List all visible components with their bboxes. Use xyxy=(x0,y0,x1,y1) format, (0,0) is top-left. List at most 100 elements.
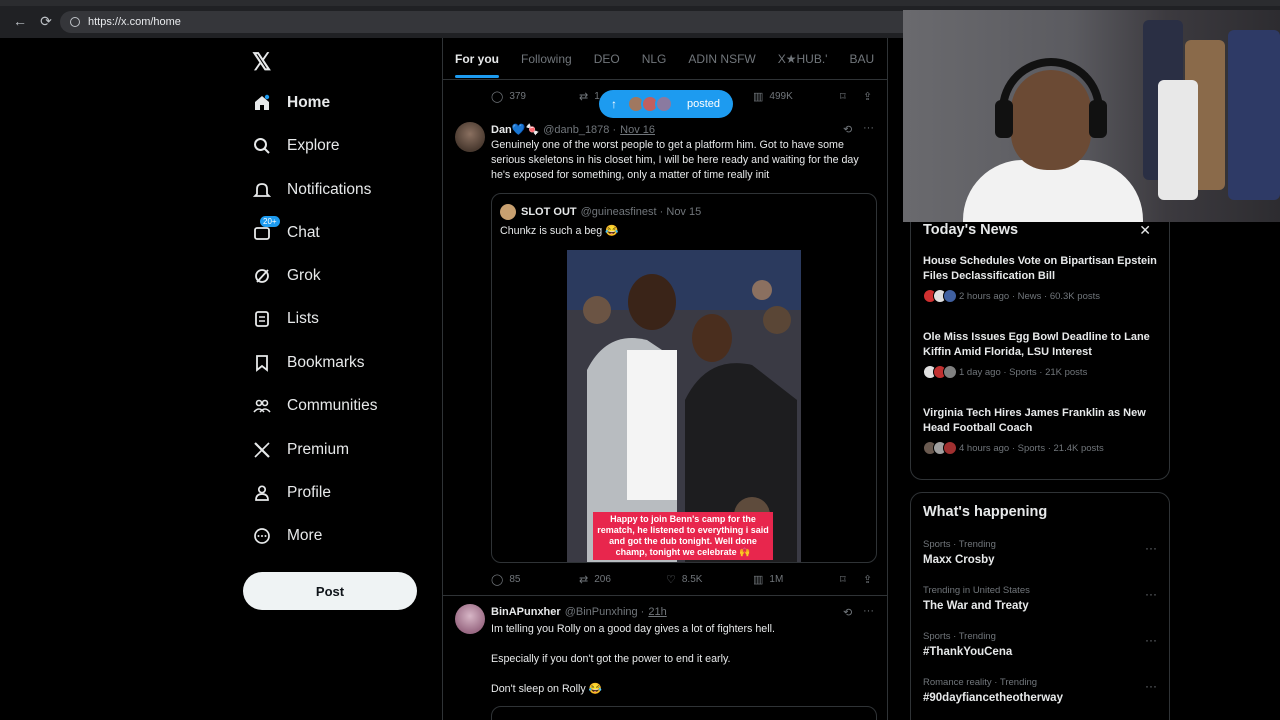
trend-item[interactable]: Romance reality · Trending #90dayfiancet… xyxy=(923,677,1163,704)
news-item[interactable]: Ole Miss Issues Egg Bowl Deadline to Lan… xyxy=(923,330,1163,379)
news-item[interactable]: House Schedules Vote on Bipartisan Epste… xyxy=(923,254,1163,303)
trend-context: Romance reality · Trending xyxy=(923,677,1038,688)
grok-icon xyxy=(252,266,272,286)
grok-icon[interactable]: ⟲ xyxy=(843,606,852,619)
hanging-clothes xyxy=(1158,80,1198,200)
views-count: 1M xyxy=(769,573,784,585)
tab-following[interactable]: Following xyxy=(521,52,572,66)
quote-image[interactable]: Happy to join Benn's camp for the rematc… xyxy=(567,250,801,562)
nav-more-label: More xyxy=(287,527,323,544)
quote-avatar xyxy=(500,204,516,220)
feed-tabs: For you Following DEO NLG ADIN NSFW X★HU… xyxy=(443,38,887,80)
news-headline: House Schedules Vote on Bipartisan Epste… xyxy=(923,255,1157,282)
nav-grok[interactable]: Grok xyxy=(252,261,321,291)
more-options-icon[interactable]: ··· xyxy=(1145,633,1157,647)
more-options-icon[interactable]: ··· xyxy=(1145,679,1157,693)
hanging-clothes xyxy=(1228,30,1280,200)
tweet[interactable]: BinAPunxher @BinPunxhing · 21h ⟲ ··· Im … xyxy=(443,596,887,720)
nav-profile-label: Profile xyxy=(287,484,331,501)
more-options-icon[interactable]: ··· xyxy=(1145,541,1157,555)
nav-chat[interactable]: 20+ Chat xyxy=(252,216,320,248)
quoted-tweet[interactable] xyxy=(491,706,877,720)
repost-button[interactable]: ⇄ 206 xyxy=(579,573,611,586)
nav-notifications-label: Notifications xyxy=(287,181,372,198)
close-icon[interactable]: ✕ xyxy=(1139,222,1151,239)
more-options-icon[interactable]: ··· xyxy=(863,122,874,134)
headset-cup xyxy=(1089,100,1107,138)
views-button[interactable]: ▥ 499K xyxy=(753,90,793,103)
nav-premium[interactable]: Premium xyxy=(252,435,349,465)
tweet-date[interactable]: Nov 16 xyxy=(620,124,655,136)
tab-nlg[interactable]: NLG xyxy=(642,52,667,66)
reply-button[interactable]: ◯ 85 xyxy=(491,573,520,586)
nav-profile[interactable]: Profile xyxy=(252,478,331,508)
tweet[interactable]: Dan💙🍬 @danb_1878 · Nov 16 ⟲ ··· Genuinel… xyxy=(443,116,887,596)
image-caption: Happy to join Benn's camp for the rematc… xyxy=(593,512,773,560)
like-button[interactable]: ♡ 8.5K xyxy=(666,573,702,586)
left-sidebar: 𝕏 Home Explore Notifications 20+ Chat Gr… xyxy=(240,38,440,720)
author-name[interactable]: Dan💙🍬 xyxy=(491,123,539,136)
headset-cup xyxy=(995,100,1013,138)
author-name[interactable]: BinAPunxher xyxy=(491,606,561,618)
tab-for-you[interactable]: For you xyxy=(455,52,499,78)
share-icon[interactable]: ⇪ xyxy=(863,90,872,103)
trend-item[interactable]: Sports · Trending Maxx Crosby ··· xyxy=(923,539,1163,566)
tab-x-hub[interactable]: X★HUB.' xyxy=(778,52,828,66)
list-icon xyxy=(252,309,272,329)
whats-happening-card: What's happening Sports · Trending Maxx … xyxy=(910,492,1170,720)
news-item[interactable]: Virginia Tech Hires James Franklin as Ne… xyxy=(923,406,1163,455)
tweet-text: Genuinely one of the worst people to get… xyxy=(491,139,859,181)
repost-button[interactable]: ⇄ 1 xyxy=(579,90,600,103)
tweet-date-text: Nov 16 xyxy=(620,123,655,136)
tweet-date[interactable]: 21h xyxy=(648,606,666,618)
nav-home[interactable]: Home xyxy=(252,88,330,118)
reply-button[interactable]: ◯ 379 xyxy=(491,90,526,103)
new-posts-pill[interactable]: ↑ posted xyxy=(599,90,733,118)
bookmark-icon xyxy=(252,353,272,373)
share-icon[interactable]: ⇪ xyxy=(863,573,872,586)
trend-item[interactable]: Sports · Trending #ThankYouCena ··· xyxy=(923,631,1163,658)
site-info-icon[interactable] xyxy=(70,17,80,27)
trend-item[interactable]: Trending in United States The War and Tr… xyxy=(923,585,1163,612)
grok-icon[interactable]: ⟲ xyxy=(843,123,852,136)
more-options-icon[interactable]: ··· xyxy=(1145,587,1157,601)
back-icon[interactable]: ← xyxy=(12,13,28,29)
nav-lists[interactable]: Lists xyxy=(252,304,319,334)
tab-bau[interactable]: BAU xyxy=(849,52,874,66)
avatar[interactable] xyxy=(455,122,485,152)
more-options-icon[interactable]: ··· xyxy=(863,605,874,617)
tab-adin-nsfw[interactable]: ADIN NSFW xyxy=(688,52,755,66)
news-meta-row: 1 day ago · Sports · 21K posts xyxy=(923,365,1163,379)
trend-topic: Maxx Crosby xyxy=(923,554,995,566)
address-bar[interactable]: https://x.com/home xyxy=(60,11,940,33)
nav-explore[interactable]: Explore xyxy=(252,131,340,161)
arrow-up-icon: ↑ xyxy=(611,97,617,111)
trend-context: Sports · Trending xyxy=(923,539,996,550)
x-logo-icon[interactable]: 𝕏 xyxy=(252,48,271,77)
nav-communities[interactable]: Communities xyxy=(252,391,377,421)
x-premium-icon xyxy=(252,440,272,460)
author-handle[interactable]: @BinPunxhing · xyxy=(565,606,645,618)
views-button[interactable]: ▥ 1M xyxy=(753,573,783,586)
nav-more[interactable]: More xyxy=(252,521,322,551)
trend-context: Trending in United States xyxy=(923,585,1030,596)
nav-bookmarks[interactable]: Bookmarks xyxy=(252,348,365,378)
bell-icon xyxy=(252,180,272,200)
author-handle[interactable]: @danb_1878 · xyxy=(543,124,616,136)
quoted-tweet[interactable]: SLOT OUT @guineasfinest · Nov 15 Chunkz … xyxy=(491,193,877,563)
avatar[interactable] xyxy=(455,604,485,634)
bookmark-icon[interactable]: ⌑ xyxy=(840,90,846,103)
views-icon: ▥ xyxy=(753,573,764,586)
tweet-header: Dan💙🍬 @danb_1878 · Nov 16 xyxy=(491,123,655,137)
tab-deo[interactable]: DEO xyxy=(594,52,620,66)
heart-icon: ♡ xyxy=(666,573,676,586)
repost-icon: ⇄ xyxy=(579,573,589,586)
avatar-stack xyxy=(923,289,957,303)
news-headline: Virginia Tech Hires James Franklin as Ne… xyxy=(923,407,1146,434)
nav-notifications[interactable]: Notifications xyxy=(252,175,371,205)
post-button[interactable]: Post xyxy=(243,572,417,610)
bookmark-icon[interactable]: ⌑ xyxy=(840,573,846,586)
reply-count: 379 xyxy=(509,90,526,102)
reload-icon[interactable]: ⟳ xyxy=(38,13,54,29)
news-meta: 2 hours ago · News · 60.3K posts xyxy=(959,290,1100,302)
